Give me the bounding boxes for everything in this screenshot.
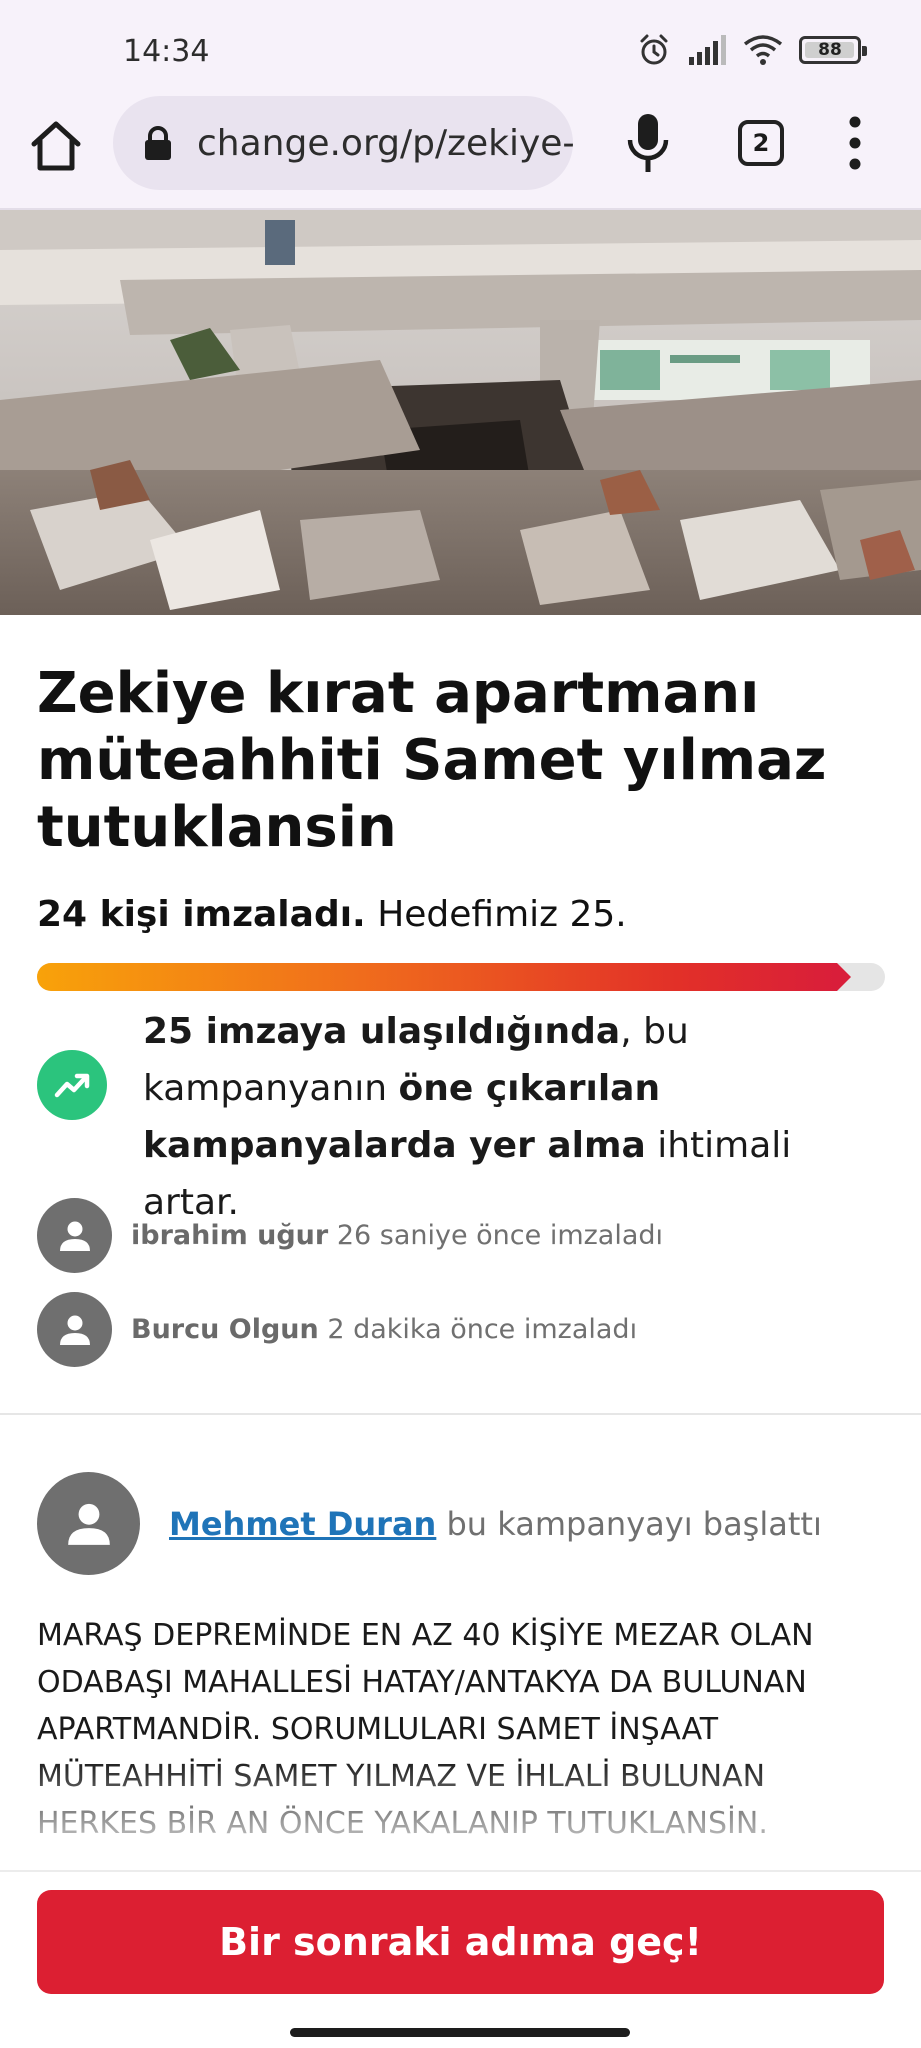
browser-toolbar: change.org/p/zekiye-kırat-apartmanı 2	[0, 90, 921, 210]
home-icon[interactable]	[28, 118, 84, 174]
tab-count: 2	[752, 129, 770, 157]
starter-name-link[interactable]: Mehmet Duran	[169, 1505, 436, 1543]
collapsed-building-photo	[0, 210, 921, 615]
hero-image	[0, 210, 921, 615]
tabs-icon[interactable]: 2	[738, 120, 784, 166]
campaign-starter: Mehmet Duran bu kampanyayı başlattı	[37, 1472, 822, 1575]
cta-bar: Bir sonraki adıma geç!	[0, 1870, 921, 2000]
url-bar[interactable]: change.org/p/zekiye-kırat-apartmanı	[113, 96, 573, 190]
signer-name: ibrahim uğur	[131, 1220, 329, 1251]
signal-icon	[689, 35, 726, 65]
signer-info: ibrahim uğur 26 saniye önce imzaladı	[131, 1220, 663, 1251]
signer-time: 2 dakika önce imzaladı	[327, 1314, 638, 1345]
more-vert-icon[interactable]	[845, 112, 865, 174]
signer-name: Burcu Olgun	[131, 1314, 319, 1345]
alarm-icon	[640, 34, 668, 65]
signature-progress-bar	[37, 963, 885, 991]
signer-info: Burcu Olgun 2 dakika önce imzaladı	[131, 1314, 637, 1345]
battery-level: 88	[818, 40, 842, 60]
person-icon	[59, 1221, 90, 1251]
trending-up-icon	[37, 1050, 107, 1120]
avatar	[37, 1292, 112, 1367]
avatar	[37, 1198, 112, 1273]
recent-signer: Burcu Olgun 2 dakika önce imzaladı	[37, 1292, 637, 1367]
next-step-button[interactable]: Bir sonraki adıma geç!	[37, 1890, 884, 1994]
goal-message: 25 imzaya ulaşıldığında, bu kampanyanın …	[143, 1003, 883, 1231]
battery-icon: 88	[799, 36, 867, 64]
mic-icon[interactable]	[625, 112, 671, 174]
person-icon	[59, 1315, 90, 1345]
signature-count-bold: 24 kişi imzaladı.	[37, 894, 366, 935]
signer-time: 26 saniye önce imzaladı	[336, 1220, 664, 1251]
status-bar: 14:34 88	[0, 0, 921, 100]
signature-count: 24 kişi imzaladı. Hedefimiz 25.	[37, 894, 627, 935]
recent-signer: ibrahim uğur 26 saniye önce imzaladı	[37, 1198, 663, 1273]
petition-title: Zekiye kırat apartmanı müteahhiti Samet …	[37, 661, 827, 860]
lock-icon	[145, 126, 171, 160]
url-text: change.org/p/zekiye-kırat-apartmanı	[197, 122, 573, 164]
starter-avatar	[37, 1472, 140, 1575]
goal-message-bold-1: 25 imzaya ulaşıldığında	[143, 1011, 621, 1052]
progress-tip	[837, 963, 851, 991]
starter-suffix: bu kampanyayı başlattı	[446, 1504, 822, 1543]
description-fade	[0, 1760, 921, 1870]
wifi-icon	[743, 35, 783, 65]
person-icon	[67, 1503, 110, 1545]
section-divider	[0, 1413, 921, 1415]
gesture-handle[interactable]	[290, 2028, 630, 2037]
system-nav-bar	[0, 2000, 921, 2048]
signature-goal: Hedefimiz 25.	[377, 894, 627, 935]
starter-info: Mehmet Duran bu kampanyayı başlattı	[169, 1505, 822, 1543]
progress-fill	[37, 963, 837, 991]
status-time: 14:34	[123, 34, 210, 69]
status-icons: 88	[637, 30, 867, 70]
